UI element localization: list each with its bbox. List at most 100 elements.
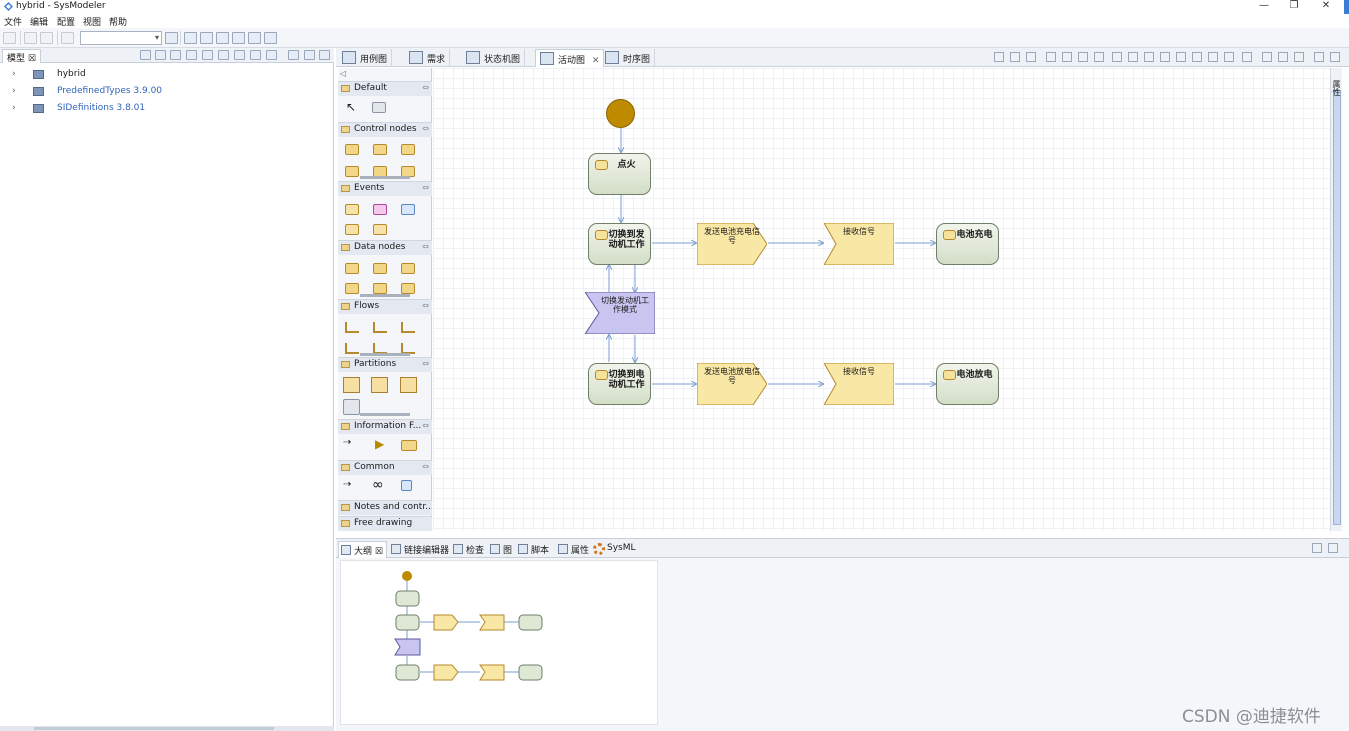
palette-group-information-flows[interactable]: Information F... ⇔ (338, 419, 432, 434)
print-icon[interactable] (1046, 52, 1056, 62)
chevron-right-icon[interactable]: › (12, 86, 16, 96)
maximize-panel-icon[interactable] (319, 50, 330, 60)
align-left-icon[interactable] (184, 32, 197, 44)
close-icon[interactable]: ☒ (375, 547, 383, 557)
refresh-icon[interactable] (186, 50, 197, 60)
palette-group-flows[interactable]: Flows ⇔ (338, 299, 432, 314)
align-left-icon[interactable] (1160, 52, 1170, 62)
tab-link-editor[interactable]: 链接编辑器 (389, 541, 452, 558)
send-signal-charge[interactable]: 发送电池充电信号 (697, 223, 767, 265)
data-store-icon[interactable] (373, 263, 387, 274)
action-switch-engine[interactable]: 切换到发动机工作 (588, 223, 651, 265)
link-icon[interactable]: ∞ (372, 477, 384, 493)
action-charge[interactable]: 电池充电 (936, 223, 999, 265)
tab-sysml[interactable]: SysML (592, 541, 639, 558)
collapse-all-icon[interactable] (234, 50, 245, 60)
dependency-icon[interactable]: ⇢ (343, 479, 351, 490)
sort-icon[interactable] (61, 32, 74, 44)
tab-activity-diagram[interactable]: 活动图 ✕ (535, 49, 605, 67)
central-buffer-icon[interactable] (401, 263, 415, 274)
tab-script[interactable]: 脚本 (516, 541, 552, 558)
undo-icon[interactable] (24, 32, 37, 44)
accept-signal-icon[interactable] (345, 224, 359, 235)
structured-node-icon[interactable] (345, 166, 359, 177)
nav-forward-icon[interactable] (155, 50, 166, 60)
save-icon[interactable] (3, 32, 16, 44)
minimize-button[interactable]: — (1249, 0, 1279, 14)
value-pin-icon[interactable] (401, 283, 415, 294)
save-diagram-icon[interactable] (1062, 52, 1072, 62)
close-icon[interactable]: ☒ (28, 54, 36, 64)
align-right-icon[interactable] (216, 32, 229, 44)
vertical-partition-icon[interactable] (343, 377, 360, 393)
tab-model[interactable]: 模型 ☒ (2, 49, 41, 64)
diagram-canvas[interactable]: 点火 切换到发动机工作 切换发动机工作模式 切换到电动机工作 发送电池充电信号 … (433, 68, 1330, 531)
snap-icon[interactable] (1278, 52, 1288, 62)
accept-event-icon[interactable] (373, 204, 387, 215)
zoom-icon[interactable] (165, 32, 178, 44)
align-bottom-icon[interactable] (264, 32, 277, 44)
information-flow-icon[interactable]: ⇢ (343, 437, 351, 448)
copy-image-icon[interactable] (1094, 52, 1104, 62)
menu-view[interactable]: 视图 (83, 15, 101, 28)
fork-node-icon[interactable] (345, 343, 359, 354)
menu-config[interactable]: 配置 (57, 15, 75, 28)
tab-properties[interactable]: 属性 (556, 541, 592, 558)
align-right-icon[interactable] (1192, 52, 1202, 62)
down-icon[interactable] (218, 50, 229, 60)
tab-state-machine-diagram[interactable]: 状态机图 (462, 49, 526, 67)
palette-group-notes[interactable]: Notes and contr... (338, 500, 432, 515)
redo-icon[interactable] (40, 32, 53, 44)
up-icon[interactable] (202, 50, 213, 60)
marquee-select-icon[interactable] (372, 102, 386, 113)
palette-group-data-nodes[interactable]: Data nodes ⇔ (338, 240, 432, 255)
receive-signal-charge[interactable]: 接收信号 (824, 223, 894, 265)
decision-switch-mode[interactable]: 切换发动机工作模式 (585, 292, 655, 334)
palette-scrollbar[interactable] (360, 413, 410, 416)
palette-group-events[interactable]: Events ⇔ (338, 181, 432, 196)
menu-file[interactable]: 文件 (4, 15, 22, 28)
align-center-icon[interactable] (1176, 52, 1186, 62)
grid-icon[interactable] (1262, 52, 1272, 62)
scrollbar-thumb[interactable] (1333, 90, 1341, 525)
comment-icon[interactable] (401, 480, 412, 491)
minimize-panel-icon[interactable] (1314, 52, 1324, 62)
tree-item-predefined-types[interactable]: › PredefinedTypes 3.9.00 (0, 84, 330, 100)
action-discharge[interactable]: 电池放电 (936, 363, 999, 405)
item-flow-icon[interactable]: ▶ (375, 437, 384, 451)
tab-use-case-diagram[interactable]: 用例图 (338, 49, 393, 67)
close-button[interactable]: ✕ (1311, 0, 1341, 14)
palette-group-free-drawing[interactable]: Free drawing (338, 516, 432, 531)
menu-edit[interactable]: 编辑 (30, 15, 48, 28)
align-bottom-icon[interactable] (1144, 52, 1154, 62)
chevron-right-icon[interactable]: › (12, 69, 16, 79)
palette-scrollbar[interactable] (360, 353, 410, 356)
palette-scrollbar[interactable] (360, 294, 410, 297)
tab-diagram[interactable]: 图 (488, 541, 515, 558)
menu-help[interactable]: 帮助 (109, 15, 127, 28)
action-ignite[interactable]: 点火 (588, 153, 651, 195)
align-top-icon[interactable] (1112, 52, 1122, 62)
zoom-fit-icon[interactable] (1010, 52, 1020, 62)
swimlane-icon[interactable] (400, 377, 417, 393)
send-signal-discharge[interactable]: 发送电池放电信号 (697, 363, 767, 405)
palette-group-partitions[interactable]: Partitions ⇔ (338, 357, 432, 372)
tab-outline[interactable]: 大纲 ☒ (338, 541, 387, 558)
align-top-icon[interactable] (232, 32, 245, 44)
palette-scrollbar[interactable] (360, 176, 410, 179)
input-pin-icon[interactable] (345, 283, 359, 294)
zoom-out-icon[interactable] (1026, 52, 1036, 62)
maximize-panel-icon[interactable] (1328, 543, 1338, 553)
chevron-right-icon[interactable]: › (12, 103, 16, 113)
exception-handler-icon[interactable] (401, 322, 415, 333)
layout-icon[interactable] (1242, 52, 1252, 62)
link-icon[interactable] (250, 50, 261, 60)
object-node-icon[interactable] (345, 263, 359, 274)
diagram-overview-thumbnail[interactable] (340, 560, 658, 725)
tab-sequence-diagram[interactable]: 时序图 (601, 49, 656, 67)
horizontal-partition-icon[interactable] (371, 377, 388, 393)
export-image-icon[interactable] (1078, 52, 1088, 62)
time-event-icon[interactable] (401, 204, 415, 215)
initial-node[interactable] (606, 99, 635, 128)
interruptible-region-icon[interactable] (343, 399, 360, 415)
